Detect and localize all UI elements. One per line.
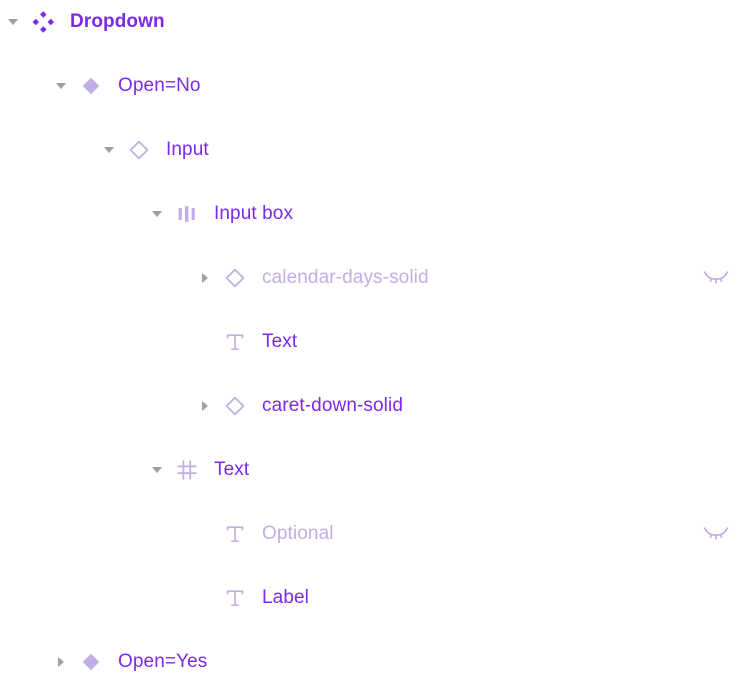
eye-closed-icon[interactable]	[702, 522, 730, 546]
layers-panel: Dropdown Open=No Input Input box calendar-da…	[0, 0, 742, 684]
layer-row[interactable]: Text	[0, 448, 742, 492]
frame-hash-icon	[172, 457, 202, 483]
layer-row[interactable]: Input box	[0, 192, 742, 236]
layer-row[interactable]: Optional	[0, 512, 742, 556]
layer-name-label: caret-down-solid	[262, 395, 403, 416]
component-set-icon	[28, 9, 58, 35]
layer-name-label: Open=Yes	[118, 651, 208, 672]
variant-diamond-filled-icon	[76, 73, 106, 99]
layer-name-label: Label	[262, 587, 309, 608]
layer-name-label: Open=No	[118, 75, 201, 96]
instance-diamond-outline-icon	[220, 393, 250, 419]
layer-row[interactable]: Dropdown	[0, 0, 742, 44]
twisty-spacer	[194, 331, 216, 353]
collapse-triangle-icon[interactable]	[50, 75, 72, 97]
triangle-glyph	[152, 211, 162, 217]
layer-row[interactable]: caret-down-solid	[0, 384, 742, 428]
layer-name-label: calendar-days-solid	[262, 267, 429, 288]
layer-name-label: Optional	[262, 523, 334, 544]
layer-row[interactable]: Open=No	[0, 64, 742, 108]
layer-row[interactable]: Text	[0, 320, 742, 364]
triangle-glyph	[104, 147, 114, 153]
layer-name-label: Input	[166, 139, 209, 160]
eye-closed-icon[interactable]	[702, 266, 730, 290]
triangle-glyph	[8, 19, 18, 25]
instance-diamond-outline-icon	[220, 265, 250, 291]
triangle-glyph	[202, 401, 208, 411]
collapse-triangle-icon[interactable]	[146, 459, 168, 481]
layer-row[interactable]: calendar-days-solid	[0, 256, 742, 300]
layer-name-label: Text	[262, 331, 298, 352]
triangle-glyph	[152, 467, 162, 473]
expand-triangle-icon[interactable]	[194, 395, 216, 417]
layer-row[interactable]: Input	[0, 128, 742, 172]
variant-diamond-filled-icon	[76, 649, 106, 675]
instance-diamond-outline-icon	[124, 137, 154, 163]
layer-name-label: Text	[214, 459, 250, 480]
collapse-triangle-icon[interactable]	[2, 11, 24, 33]
layer-row[interactable]: Label	[0, 576, 742, 620]
layer-row[interactable]: Open=Yes	[0, 640, 742, 684]
triangle-glyph	[56, 83, 66, 89]
text-layer-icon	[220, 329, 250, 355]
twisty-spacer	[194, 587, 216, 609]
layer-name-label: Dropdown	[70, 11, 165, 32]
expand-triangle-icon[interactable]	[50, 651, 72, 673]
triangle-glyph	[202, 273, 208, 283]
auto-layout-horizontal-icon	[172, 201, 202, 227]
triangle-glyph	[58, 657, 64, 667]
text-layer-icon	[220, 521, 250, 547]
text-layer-icon	[220, 585, 250, 611]
collapse-triangle-icon[interactable]	[146, 203, 168, 225]
collapse-triangle-icon[interactable]	[98, 139, 120, 161]
expand-triangle-icon[interactable]	[194, 267, 216, 289]
twisty-spacer	[194, 523, 216, 545]
layer-name-label: Input box	[214, 203, 294, 224]
